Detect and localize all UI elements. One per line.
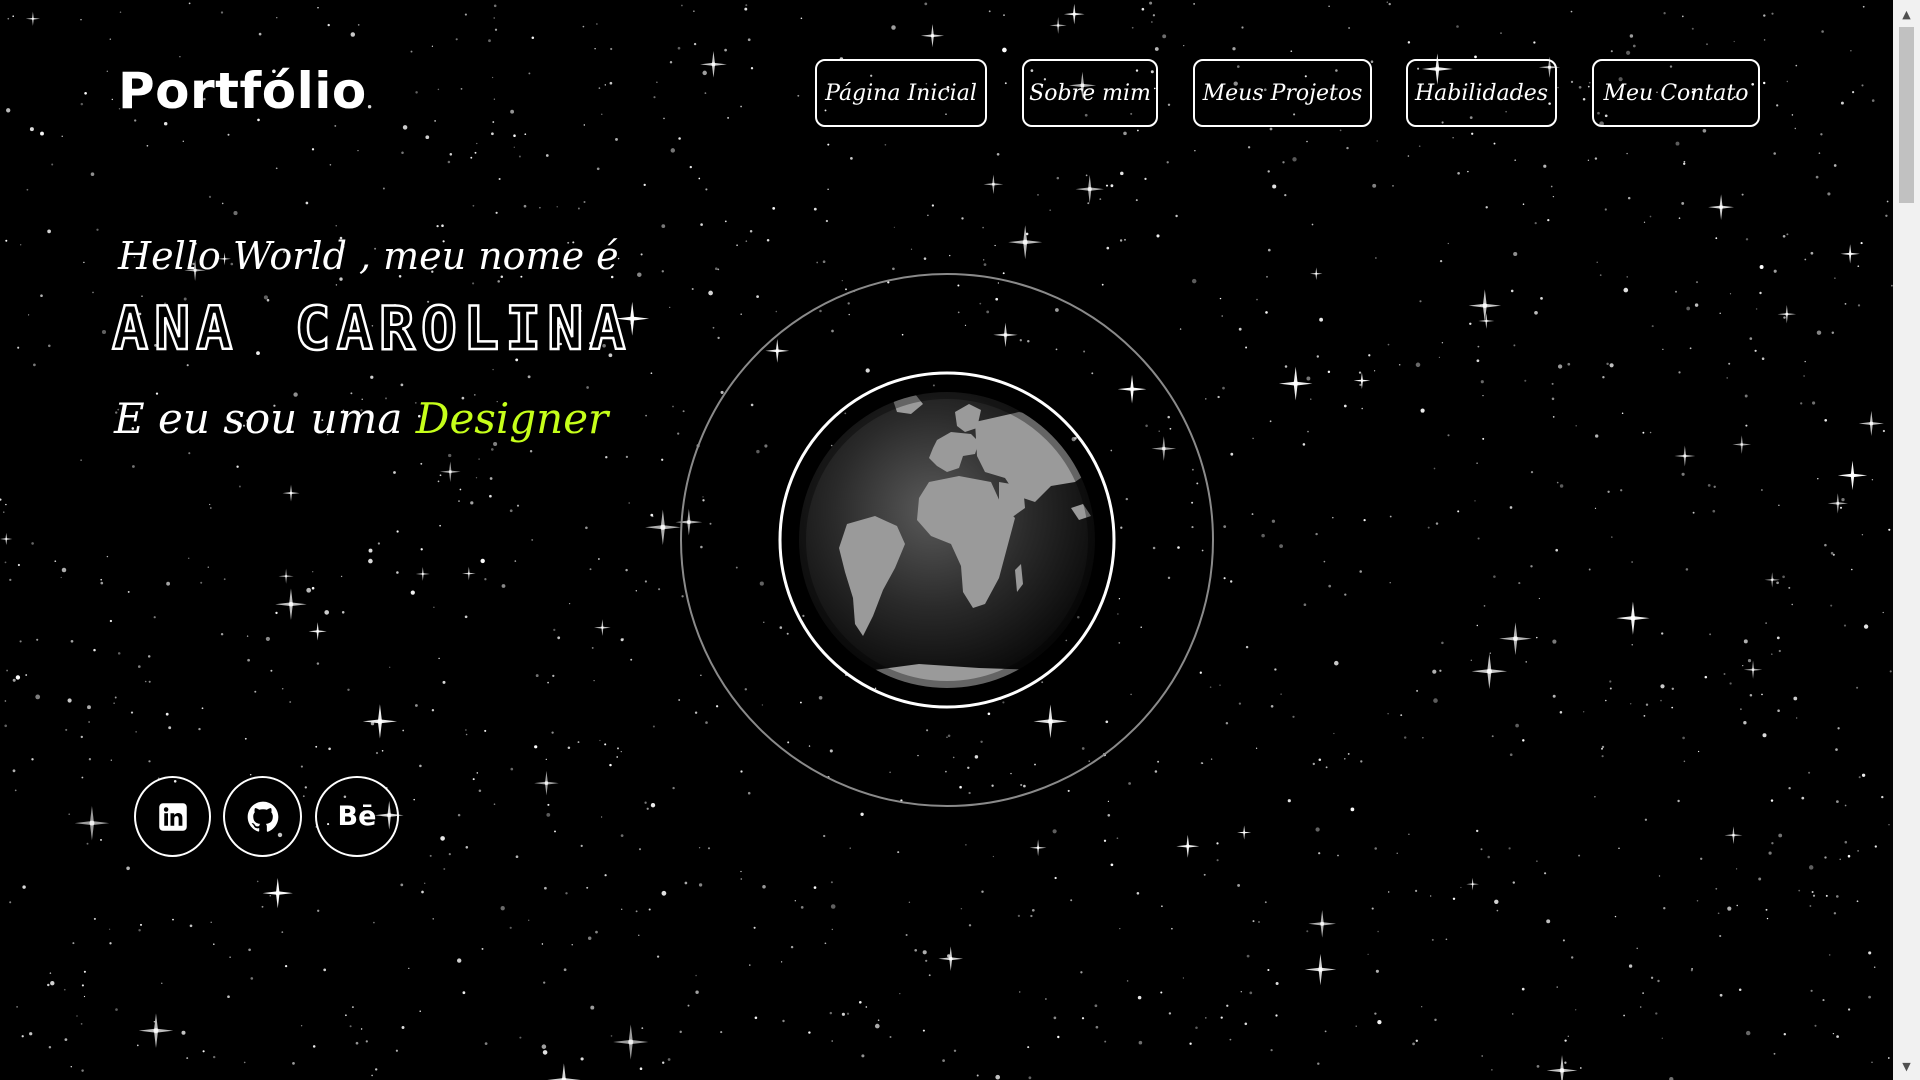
site-logo[interactable]: Portfólio [118, 62, 367, 120]
scroll-down-arrow-icon[interactable]: ▼ [1893, 1056, 1920, 1076]
nav-meus-projetos-button[interactable]: Meus Projetos [1193, 59, 1372, 127]
nav-sobre-mim-button[interactable]: Sobre mim [1022, 59, 1158, 127]
scroll-up-arrow-icon[interactable]: ▲ [1893, 4, 1920, 24]
linkedin-icon [158, 802, 187, 831]
github-link[interactable] [223, 776, 302, 857]
hero-greeting: Hello World , meu nome é [118, 234, 619, 278]
hero-name: ANA CAROLINA [111, 293, 632, 366]
nav-meu-contato-button[interactable]: Meu Contato [1592, 59, 1760, 127]
nav-habilidades-button[interactable]: Habilidades [1406, 59, 1557, 127]
github-icon [247, 801, 278, 832]
behance-icon: Bē [337, 801, 377, 832]
vertical-scrollbar[interactable]: ▲ ▼ [1893, 0, 1920, 1080]
nav-pagina-inicial-button[interactable]: Página Inicial [815, 59, 987, 127]
globe-graphic [679, 272, 1215, 808]
linkedin-link[interactable] [134, 776, 211, 857]
behance-link[interactable]: Bē [315, 776, 399, 857]
hero-role-prefix: E eu sou uma [114, 394, 403, 443]
portfolio-page: Portfólio Página Inicial Sobre mim Meus … [0, 0, 1920, 1080]
hero-role-highlight: Designer [415, 394, 609, 443]
hero-role-line: E eu sou uma Designer [114, 394, 608, 443]
scrollbar-thumb[interactable] [1899, 27, 1914, 203]
